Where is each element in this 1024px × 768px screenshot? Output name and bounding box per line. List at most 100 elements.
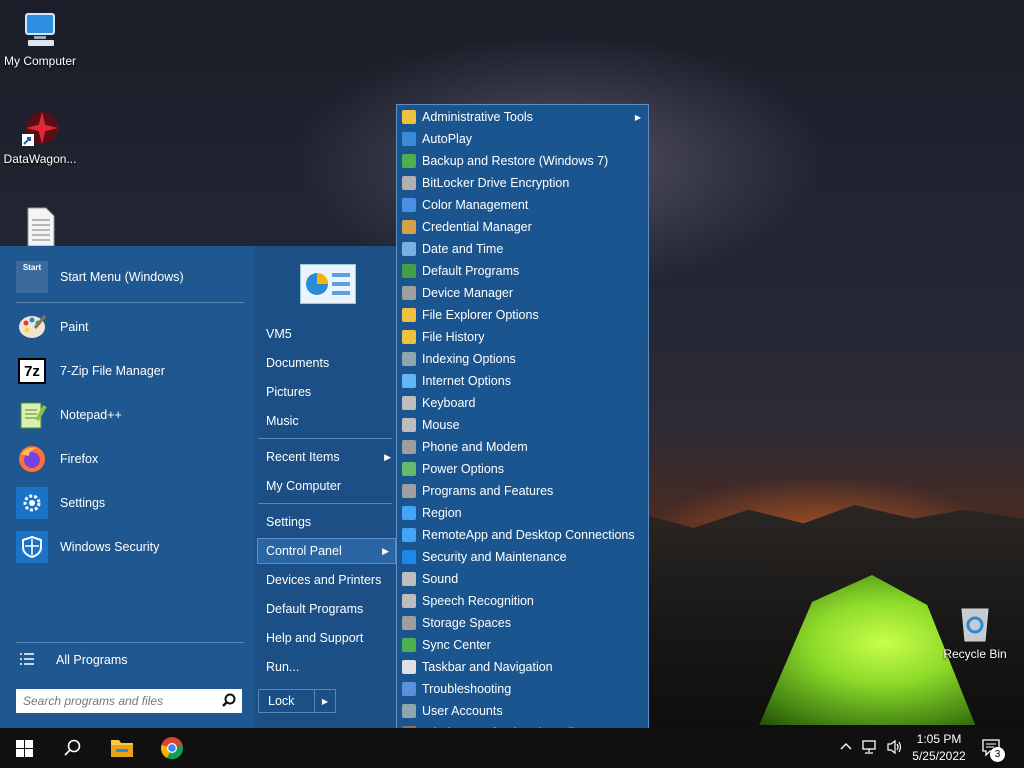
control-panel-item[interactable]: Credential Manager xyxy=(397,216,647,238)
control-panel-item[interactable]: Default Programs xyxy=(397,260,647,282)
control-panel-item[interactable]: File Explorer Options xyxy=(397,304,647,326)
right-item-my-computer[interactable]: My Computer xyxy=(254,474,397,498)
power-options-arrow[interactable]: ▶ xyxy=(314,690,335,712)
right-item-pictures[interactable]: Pictures xyxy=(254,380,397,404)
right-item-settings[interactable]: Settings xyxy=(254,510,397,534)
network-icon[interactable] xyxy=(862,740,878,757)
control-panel-item[interactable]: Administrative Tools ▶ xyxy=(397,106,647,128)
desktop-icon-label: My Computer xyxy=(3,54,77,68)
pinned-item-settings[interactable]: Settings xyxy=(16,485,105,521)
control-panel-item[interactable]: User Accounts xyxy=(397,700,647,722)
control-panel-item[interactable]: File History xyxy=(397,326,647,348)
control-panel-item-label: Internet Options xyxy=(422,374,511,388)
desktop-icon-datawagon[interactable]: DataWagon... xyxy=(0,108,80,166)
chevron-up-icon[interactable] xyxy=(840,741,852,756)
chevron-right-icon: ▶ xyxy=(382,546,389,556)
right-item-documents[interactable]: Documents xyxy=(254,351,397,375)
control-panel-item-label: File History xyxy=(422,330,485,344)
pinned-item-windows-security[interactable]: Windows Security xyxy=(16,529,159,565)
control-panel-item-label: Administrative Tools xyxy=(422,110,533,124)
pinned-item-label: Paint xyxy=(60,320,89,334)
start-menu-header[interactable]: Start Start Menu (Windows) xyxy=(16,259,184,295)
control-panel-item[interactable]: Device Manager xyxy=(397,282,647,304)
control-panel-item-label: Region xyxy=(422,506,462,520)
pinned-item-notepadpp[interactable]: Notepad++ xyxy=(16,397,122,433)
control-panel-item-icon xyxy=(402,506,416,520)
volume-icon[interactable] xyxy=(886,739,904,758)
control-panel-item[interactable]: Speech Recognition xyxy=(397,590,647,612)
pinned-item-7zip[interactable]: 7z 7-Zip File Manager xyxy=(16,353,165,389)
shield-icon xyxy=(16,531,48,563)
right-item-default-programs[interactable]: Default Programs xyxy=(254,597,397,621)
search-icon[interactable] xyxy=(222,693,236,710)
control-panel-item-icon xyxy=(402,440,416,454)
lock-button[interactable]: Lock ▶ xyxy=(258,689,336,713)
pinned-item-label: Windows Security xyxy=(60,540,160,554)
search-input[interactable]: Search programs and files xyxy=(16,689,242,713)
chrome-icon[interactable] xyxy=(160,736,184,763)
right-item-run[interactable]: Run... xyxy=(254,655,397,679)
right-item-label: Devices and Printers xyxy=(266,573,382,587)
control-panel-item[interactable]: Region xyxy=(397,502,647,524)
control-panel-item[interactable]: Color Management xyxy=(397,194,647,216)
chevron-right-icon: ▶ xyxy=(384,452,391,462)
windows-start-button[interactable] xyxy=(16,740,33,760)
control-panel-item[interactable]: Keyboard xyxy=(397,392,647,414)
control-panel-item[interactable]: Sync Center xyxy=(397,634,647,656)
desktop-icon-label: Recycle Bin xyxy=(943,647,1007,661)
right-item-vm5[interactable]: VM5 xyxy=(254,322,397,346)
control-panel-item-label: RemoteApp and Desktop Connections xyxy=(422,528,635,542)
clock[interactable]: 1:05 PM 5/25/2022 xyxy=(908,732,970,763)
divider xyxy=(258,438,392,439)
right-item-devices-and-printers[interactable]: Devices and Printers xyxy=(254,568,397,592)
start-menu-icon: Start xyxy=(16,261,48,293)
control-panel-item[interactable]: Backup and Restore (Windows 7) xyxy=(397,150,647,172)
control-panel-item[interactable]: Date and Time xyxy=(397,238,647,260)
control-panel-item[interactable]: Taskbar and Navigation xyxy=(397,656,647,678)
control-panel-item[interactable]: Troubleshooting xyxy=(397,678,647,700)
control-panel-item-icon xyxy=(402,198,416,212)
recycle-bin-icon xyxy=(955,603,995,643)
control-panel-item[interactable]: Programs and Features xyxy=(397,480,647,502)
file-explorer-icon[interactable] xyxy=(110,737,134,762)
right-item-music[interactable]: Music xyxy=(254,409,397,433)
control-panel-item-label: Default Programs xyxy=(422,264,520,278)
control-panel-item[interactable]: AutoPlay xyxy=(397,128,647,150)
control-panel-item[interactable]: BitLocker Drive Encryption xyxy=(397,172,647,194)
7zip-icon: 7z xyxy=(16,355,48,387)
control-panel-item[interactable]: RemoteApp and Desktop Connections xyxy=(397,524,647,546)
all-programs-button[interactable]: All Programs xyxy=(20,642,128,678)
control-panel-item[interactable]: Storage Spaces xyxy=(397,612,647,634)
control-panel-item[interactable]: Phone and Modem xyxy=(397,436,647,458)
control-panel-item[interactable]: Internet Options xyxy=(397,370,647,392)
desktop-icon-document[interactable] xyxy=(0,206,80,250)
desktop-icon-recycle-bin[interactable]: Recycle Bin xyxy=(935,603,1015,661)
computer-icon xyxy=(20,10,60,50)
control-panel-item[interactable]: Power Options xyxy=(397,458,647,480)
pinned-item-firefox[interactable]: Firefox xyxy=(16,441,98,477)
control-panel-item[interactable]: Security and Maintenance xyxy=(397,546,647,568)
desktop-icon-label: DataWagon... xyxy=(3,152,77,166)
control-panel-item-label: Sound xyxy=(422,572,459,586)
user-picture[interactable] xyxy=(300,264,356,304)
control-panel-item[interactable]: Mouse xyxy=(397,414,647,436)
right-item-help-and-support[interactable]: Help and Support xyxy=(254,626,397,650)
search-icon[interactable] xyxy=(64,739,82,760)
control-panel-item-icon xyxy=(402,528,416,542)
notification-center-icon[interactable]: 3 xyxy=(982,739,1005,762)
control-panel-item-icon xyxy=(402,286,416,300)
right-item-recent-items[interactable]: Recent Items ▶ xyxy=(254,445,397,469)
control-panel-item-icon xyxy=(402,308,416,322)
control-panel-item[interactable]: Sound xyxy=(397,568,647,590)
desktop-icon-my-computer[interactable]: My Computer xyxy=(0,10,80,68)
right-item-control-panel[interactable]: Control Panel ▶ xyxy=(257,538,396,564)
pinned-item-paint[interactable]: Paint xyxy=(16,309,89,345)
notification-badge: 3 xyxy=(990,747,1005,762)
divider xyxy=(16,302,244,303)
control-panel-item[interactable]: Indexing Options xyxy=(397,348,647,370)
right-item-label: Control Panel xyxy=(266,544,342,558)
control-panel-item-icon xyxy=(402,594,416,608)
clock-date: 5/25/2022 xyxy=(912,749,966,763)
right-item-label: Settings xyxy=(266,515,312,529)
chevron-right-icon: ▶ xyxy=(634,112,641,122)
